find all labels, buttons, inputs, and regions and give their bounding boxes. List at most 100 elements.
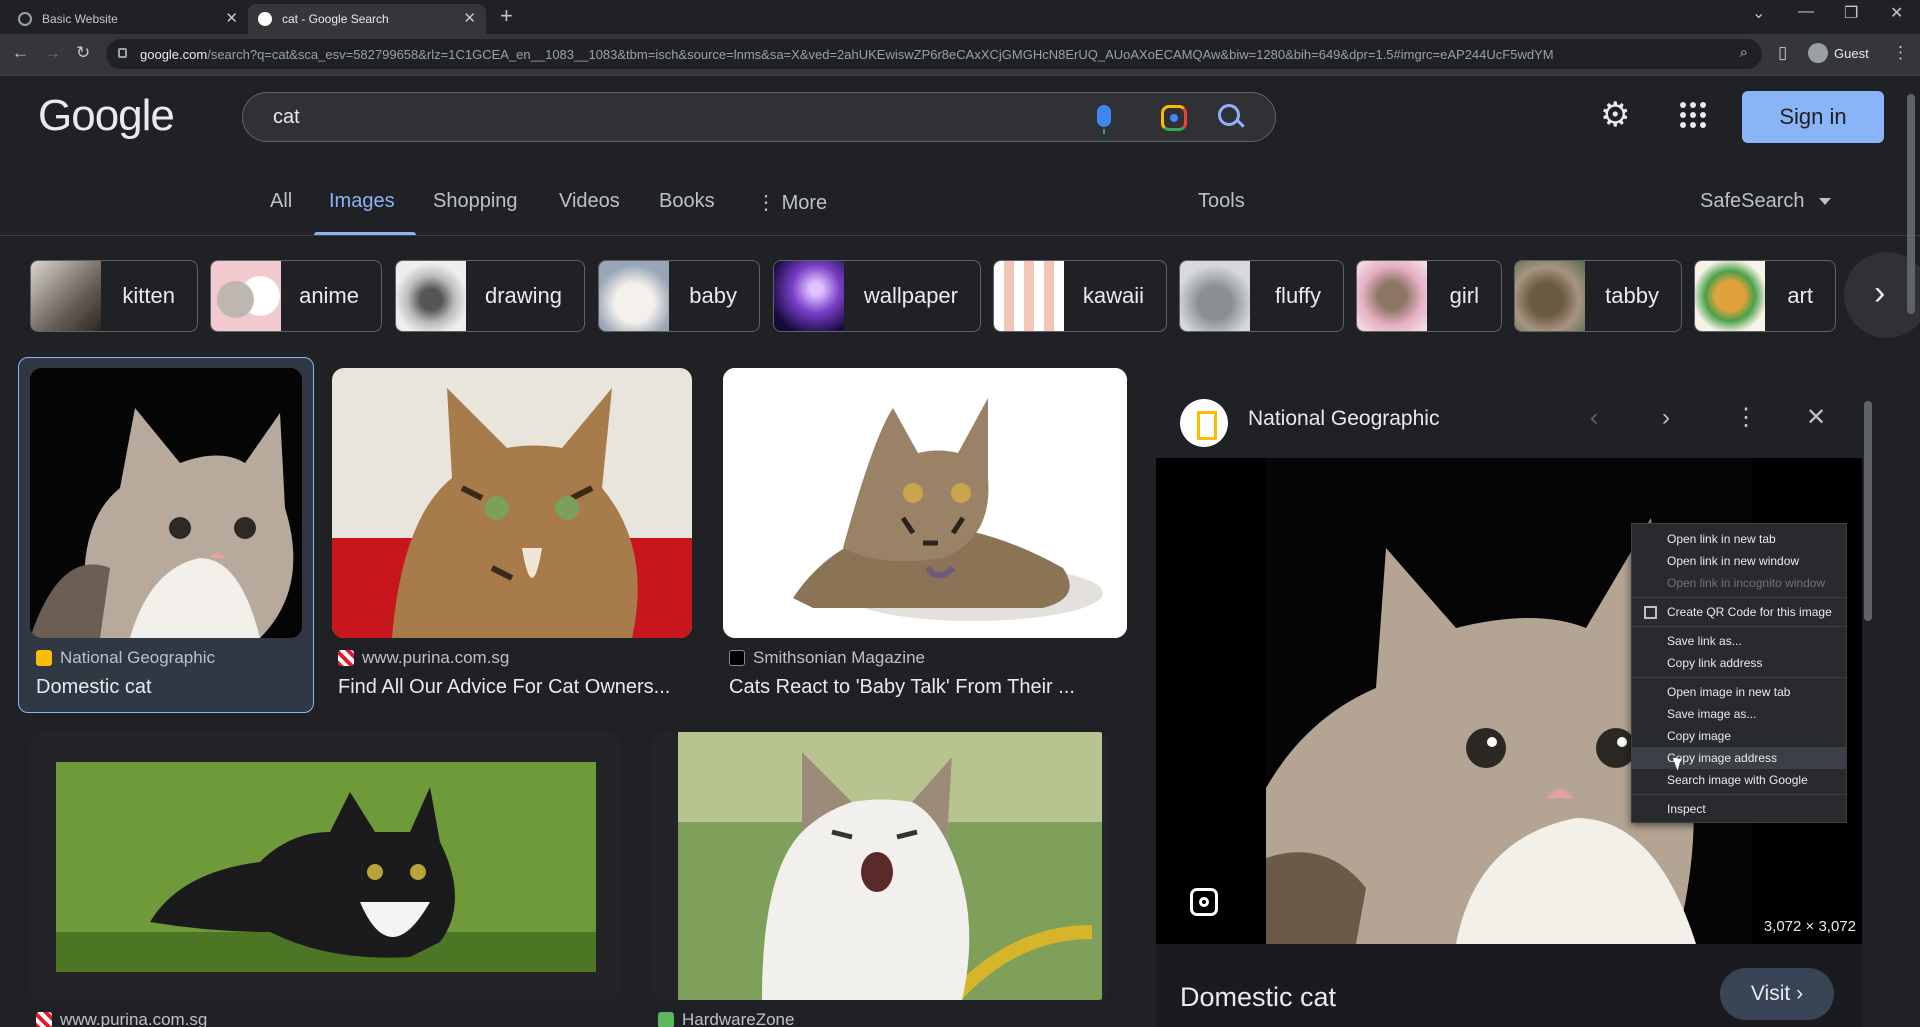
chip-thumbnail [211,261,281,331]
result-image[interactable] [723,368,1127,638]
page-scrollbar-thumb[interactable] [1907,94,1915,314]
safesearch-label: SafeSearch [1700,190,1805,212]
menu-item-open-link-new-tab[interactable]: Open link in new tab [1632,528,1846,550]
result-title[interactable]: Cats React to 'Baby Talk' From Their ... [729,676,1129,699]
search-type-tabs: All Images Shopping Videos Books ⋮ More … [0,156,1920,236]
result-image[interactable] [332,368,692,638]
chip-wallpaper[interactable]: wallpaper [773,260,981,332]
tab-more[interactable]: ⋮ More [756,190,827,215]
google-lens-icon[interactable] [1161,105,1187,131]
panel-scrollbar[interactable] [1862,385,1874,1027]
previous-arrow-icon[interactable]: ‹ [1590,404,1598,432]
menu-item-save-link-as[interactable]: Save link as... [1632,630,1846,652]
side-panel-icon[interactable]: ▯ [1778,43,1787,63]
result-image[interactable] [30,368,302,638]
menu-item-inspect[interactable]: Inspect [1632,798,1846,820]
search-input[interactable]: cat [273,106,300,129]
tab-shopping[interactable]: Shopping [433,190,518,213]
result-image[interactable] [652,732,1110,1000]
menu-kebab-icon[interactable]: ⋮ [1892,43,1909,63]
browser-tab-strip: Basic Website ✕ cat - Google Search ✕ + … [0,0,1920,34]
menu-separator [1632,626,1846,627]
menu-item-copy-image-address[interactable]: Copy image address [1632,747,1846,769]
close-tab-icon[interactable]: ✕ [463,11,476,26]
panel-scrollbar-thumb[interactable] [1864,401,1872,621]
result-source[interactable]: HardwareZone [658,1010,794,1027]
chip-girl[interactable]: girl [1356,260,1502,332]
chip-label: fluffy [1274,283,1321,308]
chip-drawing[interactable]: drawing [395,260,585,332]
more-options-icon[interactable]: ⋮ [1734,404,1758,432]
url-domain: google.com [140,47,208,62]
search-box[interactable]: cat [242,92,1276,142]
chip-label: wallpaper [863,283,958,308]
source-label: www.purina.com.sg [362,648,510,667]
new-tab-icon[interactable]: + [500,5,513,27]
browser-tab-google-search[interactable]: cat - Google Search ✕ [248,4,486,34]
natgeo-logo-icon[interactable] [1180,399,1228,447]
chip-label: tabby [1605,283,1659,308]
menu-item-open-image-new-tab[interactable]: Open image in new tab [1632,681,1846,703]
chip-fluffy[interactable]: fluffy [1179,260,1344,332]
tab-all[interactable]: All [270,190,292,213]
menu-item-copy-link-address[interactable]: Copy link address [1632,652,1846,674]
chip-kawaii[interactable]: kawaii [993,260,1167,332]
tab-images[interactable]: Images [329,190,395,213]
search-icon[interactable] [1218,104,1240,126]
chip-kitten[interactable]: kitten [30,260,198,332]
chip-anime[interactable]: anime [210,260,382,332]
result-source[interactable]: www.purina.com.sg [36,1010,207,1027]
reload-icon[interactable]: ↻ [76,43,90,63]
lock-icon [118,48,127,58]
url-text[interactable]: google.com/search?q=cat&sca_esv=58279965… [140,47,1740,62]
chip-art[interactable]: art [1694,260,1836,332]
close-tab-icon[interactable]: ✕ [225,11,238,26]
close-preview-icon[interactable]: ✕ [1806,404,1826,432]
guest-avatar [1808,43,1828,63]
profile-label: Guest [1834,45,1869,61]
lens-search-icon[interactable] [1190,888,1218,916]
chip-label: drawing [484,283,562,308]
chip-label: kitten [122,283,175,308]
google-apps-icon[interactable] [1680,102,1706,128]
result-title[interactable]: Find All Our Advice For Cat Owners... [338,676,698,699]
next-arrow-icon[interactable]: › [1662,404,1670,432]
microphone-icon[interactable] [1097,105,1111,134]
result-source[interactable]: Smithsonian Magazine [729,648,925,668]
result-source[interactable]: National Geographic [36,648,215,668]
settings-gear-icon[interactable]: ⚙ [1600,98,1630,132]
visit-label: Visit [1750,982,1791,1005]
chip-baby[interactable]: baby [598,260,760,332]
google-logo[interactable]: Google [38,91,175,141]
chip-tabby[interactable]: tabby [1514,260,1682,332]
menu-item-open-link-new-window[interactable]: Open link in new window [1632,550,1846,572]
profile-button[interactable]: Guest [1808,43,1869,63]
restore-icon[interactable]: ❐ [1844,3,1858,23]
chip-thumbnail [599,261,669,331]
tools-button[interactable]: Tools [1198,190,1245,213]
result-title[interactable]: Domestic cat [36,676,152,699]
browser-tab-basic-website[interactable]: Basic Website ✕ [8,4,248,34]
zoom-icon[interactable]: ⌕ [1740,44,1748,61]
menu-item-search-image-google[interactable]: Search image with Google [1632,769,1846,791]
window-close-icon[interactable]: ✕ [1890,3,1903,23]
menu-item-create-qr-code[interactable]: Create QR Code for this image [1632,601,1846,623]
safesearch-dropdown[interactable]: SafeSearch [1700,190,1831,213]
menu-item-save-image-as[interactable]: Save image as... [1632,703,1846,725]
page-scrollbar[interactable] [1906,80,1916,1027]
sign-in-button[interactable]: Sign in [1742,91,1884,143]
preview-title[interactable]: Domestic cat [1180,982,1336,1013]
tab-books[interactable]: Books [659,190,715,213]
result-image[interactable] [30,732,620,1000]
more-vertical-icon: ⋮ [756,192,782,214]
preview-source[interactable]: National Geographic [1248,407,1439,431]
back-icon[interactable]: ← [12,43,29,63]
tab-videos[interactable]: Videos [559,190,620,213]
visit-button[interactable]: Visit › [1720,968,1834,1020]
minimize-icon[interactable]: — [1798,3,1814,21]
tab-search-chevron-icon[interactable]: ⌄ [1752,3,1765,23]
address-bar[interactable]: google.com/search?q=cat&sca_esv=58279965… [106,39,1762,69]
result-source[interactable]: www.purina.com.sg [338,648,509,668]
menu-item-copy-image[interactable]: Copy image [1632,725,1846,747]
forward-icon[interactable]: → [44,43,61,63]
